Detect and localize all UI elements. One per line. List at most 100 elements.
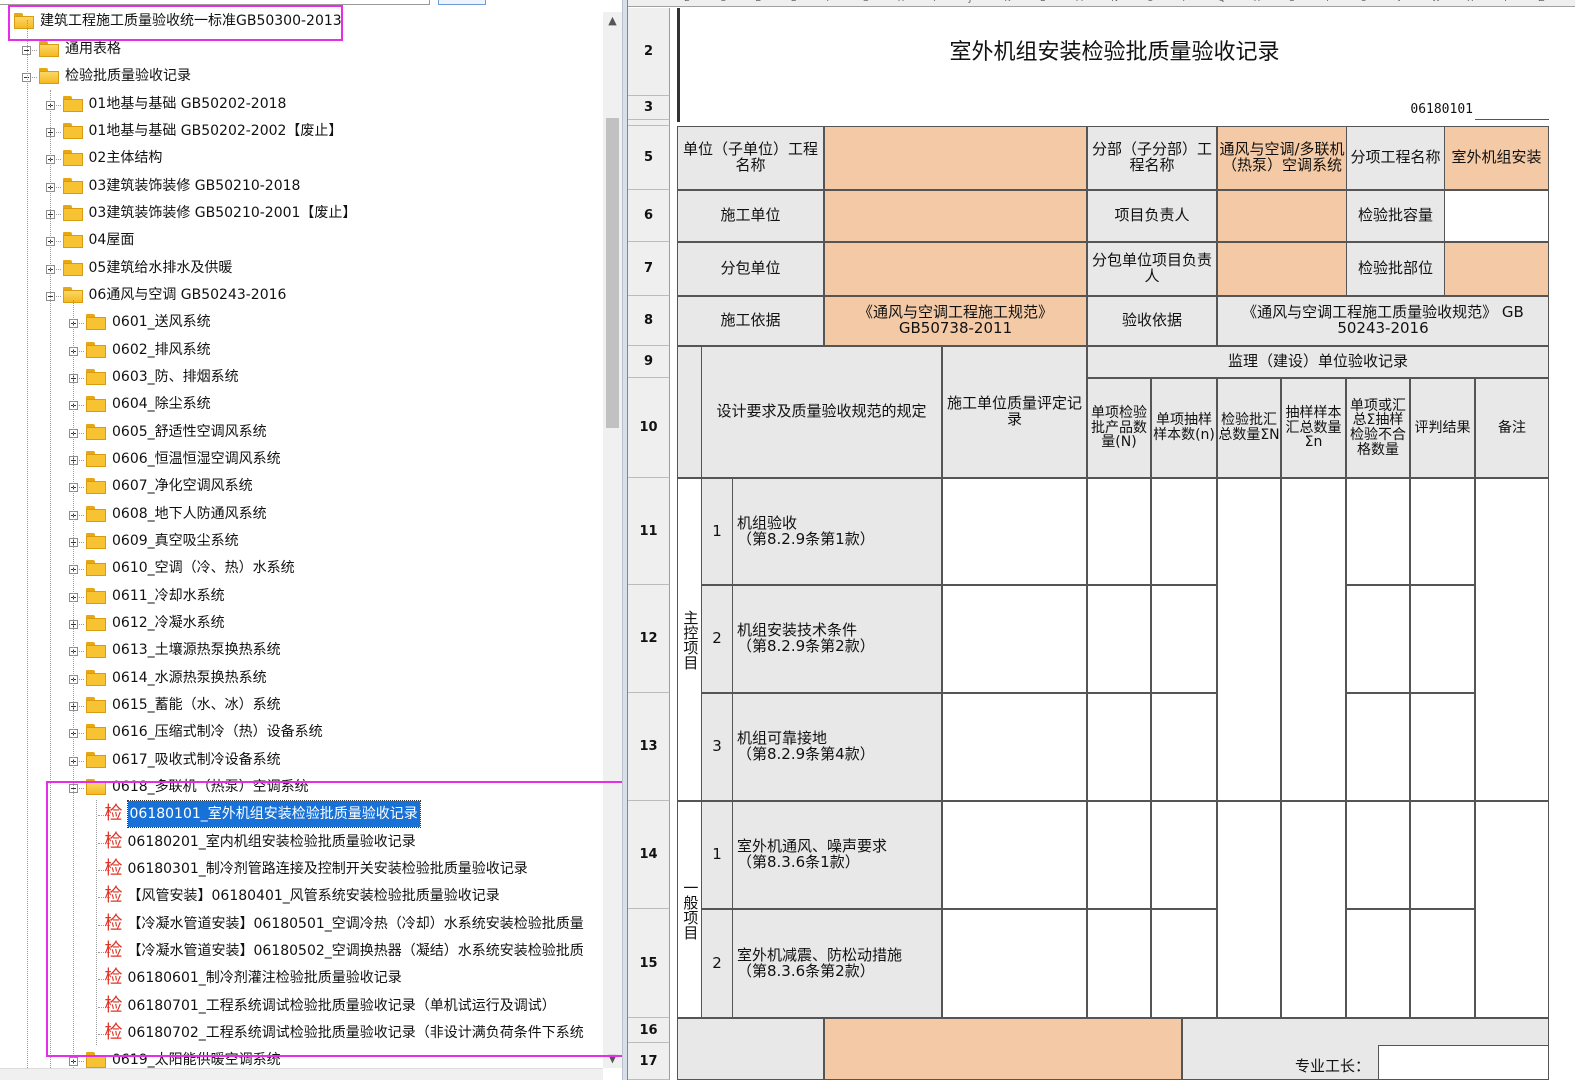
row-header[interactable]: 14 [628, 801, 670, 909]
part-label[interactable]: 检验批部位 [1346, 242, 1445, 296]
sum-sample-main[interactable] [1281, 478, 1346, 801]
row-header[interactable]: 9 [628, 346, 670, 378]
judgement-value[interactable] [1410, 478, 1475, 585]
sample-count-value[interactable] [1087, 909, 1151, 1018]
unit-name-value[interactable] [824, 126, 1087, 190]
tree-folder-item[interactable]: 05建筑给水排水及供暖 [0, 255, 600, 281]
sample-count-value[interactable] [1087, 801, 1151, 909]
remark-general[interactable] [1475, 801, 1549, 1018]
item-requirement[interactable]: 机组验收 （第8.2.9条第1款） [732, 478, 942, 585]
unit-name-label[interactable]: 单位（子单位）工程名称 [677, 126, 824, 190]
column-letter[interactable]: X [1467, 0, 1473, 4]
supervisor-header[interactable]: 监理（建设）单位验收记录 [1087, 346, 1549, 378]
row-header[interactable]: 2 [628, 8, 670, 96]
sum-sample-general[interactable] [1281, 801, 1346, 1018]
self-check-value[interactable] [942, 909, 1087, 1018]
column-letter[interactable]: D [755, 0, 762, 4]
basis-label[interactable]: 施工依据 [677, 296, 824, 346]
sample-count-value[interactable] [1151, 585, 1217, 693]
column-letter[interactable]: L [1040, 0, 1045, 4]
judgement-value[interactable] [1346, 478, 1410, 585]
row-header[interactable]: 12 [628, 585, 670, 693]
tree-folder-item[interactable]: 0610_空调（冷、热）水系统 [0, 555, 600, 581]
tree-folder-item[interactable]: 0612_冷凝水系统 [0, 610, 600, 636]
item-requirement[interactable]: 机组可靠接地 （第8.2.9条第4款） [732, 693, 942, 801]
contractor-label[interactable]: 施工单位 [677, 190, 824, 242]
sample-header-h3[interactable]: 检验批汇总数量ΣN [1217, 378, 1281, 478]
self-check-value[interactable] [942, 478, 1087, 585]
subitem-label[interactable]: 分项工程名称 [1346, 126, 1445, 190]
tree-folder-item[interactable]: 02主体结构 [0, 145, 600, 171]
form-code-extra-box[interactable] [1475, 92, 1549, 120]
tree-leaf-item[interactable]: 检 06180601_制冷剂灌注检验批质量验收记录 [0, 965, 600, 991]
self-check-value[interactable] [942, 693, 1087, 801]
tree-leaf-item[interactable]: 检【冷凝水管道安装】06180502_空调换热器（凝结）水系统安装检验批质 [0, 938, 600, 964]
tree-folder-item[interactable]: 06通风与空调 GB50243-2016 [0, 282, 600, 308]
tree-search-input[interactable] [0, 0, 430, 5]
self-check-value[interactable] [942, 585, 1087, 693]
column-letter[interactable]: H [898, 0, 905, 4]
tree-folder-item[interactable]: 03建筑装饰装修 GB50210-2018 [0, 173, 600, 199]
judgement-value[interactable] [1410, 585, 1475, 693]
column-letter[interactable]: O [1147, 0, 1154, 4]
sample-header-h1[interactable]: 单项检验批产品数量(N) [1087, 378, 1151, 478]
basis-value[interactable]: 《通风与空调工程施工规范》GB50738-2011 [824, 296, 1087, 346]
sample-count-value[interactable] [1087, 478, 1151, 585]
main-control-label[interactable]: 主控项目 [677, 478, 702, 801]
row-header[interactable]: 15 [628, 909, 670, 1018]
sample-header-h2[interactable]: 单项抽样样本数(n) [1151, 378, 1217, 478]
tree-folder-item[interactable]: 01地基与基础 GB50202-2002【废止】 [0, 118, 600, 144]
item-number[interactable]: 3 [701, 693, 733, 801]
row-header[interactable]: 3 [628, 96, 670, 120]
general-item-label[interactable]: 一般项目 [677, 801, 702, 1018]
tree-search-button[interactable] [438, 0, 486, 5]
column-letter[interactable]: G [862, 0, 869, 4]
column-letter[interactable]: K [1004, 0, 1010, 4]
column-letter[interactable]: Q [1218, 0, 1225, 4]
row-header[interactable]: 11 [628, 478, 670, 585]
sub-manager-value[interactable] [1217, 242, 1347, 296]
tree-leaf-item[interactable]: 检 06180201_室内机组安装检验批质量验收记录 [0, 829, 600, 855]
tree-folder-item[interactable]: 01地基与基础 GB50202-2018 [0, 91, 600, 117]
column-letter[interactable]: Y [1503, 0, 1509, 4]
signature-left[interactable] [677, 1018, 824, 1080]
item-number[interactable]: 1 [701, 801, 733, 909]
subcontractor-label[interactable]: 分包单位 [677, 242, 824, 296]
tree-leaf-item[interactable]: 检 06180301_制冷剂管路连接及控制开关安装检验批质量验收记录 [0, 856, 600, 882]
tree-folder-item[interactable]: 0604_除尘系统 [0, 391, 600, 417]
tree-vertical-scrollbar[interactable]: ▲ ▼ [603, 12, 622, 1068]
tree-folder-item[interactable]: 0601_送风系统 [0, 309, 600, 335]
capacity-label[interactable]: 检验批容量 [1346, 190, 1445, 242]
tree-leaf-item[interactable]: 检 06180702_工程系统调试检验批质量验收记录（非设计满负荷条件下系统 [0, 1020, 600, 1046]
tree-leaf-item[interactable]: 检 06180101_室外机组安装检验批质量验收记录 [0, 800, 600, 828]
part-value[interactable] [1444, 242, 1549, 296]
column-letter[interactable]: W [1432, 0, 1441, 4]
tree-folder-item[interactable]: 0615_蓄能（水、冰）系统 [0, 692, 600, 718]
tree-folder-item[interactable]: 0608_地下人防通风系统 [0, 501, 600, 527]
column-letter[interactable]: T [1325, 0, 1331, 4]
column-letter[interactable]: B [684, 0, 690, 4]
tree-folder-item[interactable]: 0611_冷却水系统 [0, 583, 600, 609]
sample-count-value[interactable] [1151, 801, 1217, 909]
foreman-value[interactable] [1378, 1045, 1548, 1079]
self-check-value[interactable] [942, 801, 1087, 909]
tree-leaf-item[interactable]: 检【风管安装】06180401_风管系统安装检验批质量验收记录 [0, 883, 600, 909]
scroll-up-icon[interactable]: ▲ [603, 12, 622, 30]
remark-main[interactable] [1475, 478, 1549, 801]
column-letter[interactable]: J [969, 0, 972, 4]
sample-count-value[interactable] [1151, 478, 1217, 585]
row-header[interactable]: 5 [628, 126, 670, 190]
row-header[interactable]: 13 [628, 693, 670, 801]
sample-count-value[interactable] [1087, 585, 1151, 693]
column-letter[interactable]: E [791, 0, 797, 4]
tree-folder-item[interactable]: 0605_舒适性空调风系统 [0, 419, 600, 445]
row-header[interactable]: 16 [628, 1018, 670, 1043]
tree-folder-item[interactable]: 检验批质量验收记录 [0, 63, 600, 89]
row-header[interactable]: 17 [628, 1043, 670, 1080]
scroll-thumb[interactable] [606, 118, 619, 428]
category-column-header[interactable] [677, 346, 702, 478]
column-letter[interactable]: U [1360, 0, 1367, 4]
column-letter[interactable]: M [1076, 0, 1084, 4]
sub-manager-label[interactable]: 分包单位项目负责人 [1087, 242, 1217, 296]
capacity-value[interactable] [1444, 190, 1549, 242]
